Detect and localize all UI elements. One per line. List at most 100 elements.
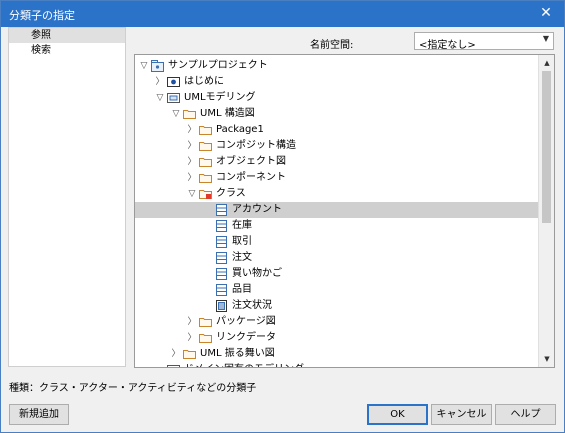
class-icon	[215, 204, 228, 216]
namespace-dropdown[interactable]: <指定なし> ▼	[414, 32, 554, 51]
tree-node[interactable]: ▽ UML 構造図	[135, 106, 539, 122]
mode-item-browse[interactable]: 参照	[9, 28, 125, 43]
new-button[interactable]: 新規追加	[9, 404, 69, 425]
tree-node[interactable]: ▽ UMLモデリング	[135, 90, 539, 106]
expand-icon[interactable]: 〉	[186, 122, 198, 138]
folder-icon	[199, 124, 212, 136]
tree-node[interactable]: 〉 リンクデータ	[135, 330, 539, 346]
collapse-icon[interactable]: ▽	[154, 90, 166, 106]
tree-node[interactable]: 〉 UML 振る舞い図	[135, 346, 539, 362]
tree-node-label: クラス	[216, 188, 246, 199]
class-icon	[215, 236, 228, 248]
tree-node-label: 注文	[232, 252, 252, 263]
expand-icon[interactable]: 〉	[186, 170, 198, 186]
tree-node-label: オブジェクト図	[216, 156, 286, 167]
window-title: 分類子の指定	[9, 9, 75, 22]
scroll-up-icon[interactable]: ▲	[540, 56, 554, 70]
classifier-tree[interactable]: ▽ サンプルプロジェクト〉はじめに ▽ UMLモデリング ▽ UML 構造図〉 Packag…	[134, 54, 555, 368]
tree-node[interactable]: ドメイン固有のモデリング	[135, 362, 539, 367]
class-icon	[215, 252, 228, 264]
tree-node-label: 品目	[232, 284, 252, 295]
chevron-down-icon[interactable]: ▼	[543, 34, 549, 43]
cancel-button[interactable]: キャンセル	[431, 404, 492, 425]
tree-node[interactable]: 〉 コンポジット構造	[135, 138, 539, 154]
folder-icon	[199, 332, 212, 344]
tree-node[interactable]: 注文	[135, 250, 539, 266]
namespace-label: 名前空間:	[310, 40, 354, 51]
folder-icon	[199, 316, 212, 328]
expand-icon[interactable]: 〉	[170, 346, 182, 362]
namespace-value: <指定なし>	[419, 40, 476, 51]
tree-node-label: UML 振る舞い図	[200, 348, 275, 359]
tree-node-label: はじめに	[184, 76, 224, 87]
tree-node-label: コンポーネント	[216, 172, 286, 183]
ok-button[interactable]: OK	[367, 404, 428, 425]
folder-icon	[183, 348, 196, 360]
tree-node-label: サンプルプロジェクト	[168, 60, 268, 71]
view2-icon	[167, 92, 180, 104]
collapse-icon[interactable]: ▽	[170, 106, 182, 122]
tree-node[interactable]: 〉 パッケージ図	[135, 314, 539, 330]
tree-node-label: 買い物かご	[232, 268, 282, 279]
collapse-icon[interactable]: ▽	[138, 58, 150, 74]
expand-icon[interactable]: 〉	[186, 154, 198, 170]
classifier-hint: 種類：クラス・アクター・アクティビティなどの分類子	[9, 383, 257, 394]
view-icon	[167, 76, 180, 88]
tree-node[interactable]: 〉 Package1	[135, 122, 539, 138]
vertical-scrollbar[interactable]: ▲ ▼	[538, 55, 554, 367]
scroll-down-icon[interactable]: ▼	[540, 352, 554, 366]
tree-node[interactable]: 〉 はじめに	[135, 74, 539, 90]
tree-viewport: ▽ サンプルプロジェクト〉はじめに ▽ UMLモデリング ▽ UML 構造図〉 Packag…	[135, 55, 539, 367]
title-bar: 分類子の指定 ✕	[1, 1, 564, 27]
collapse-icon[interactable]: ▽	[186, 186, 198, 202]
project-icon	[151, 60, 164, 72]
expand-icon[interactable]: 〉	[186, 314, 198, 330]
tree-node-label: アカウント	[232, 204, 282, 215]
tree-node[interactable]: 品目	[135, 282, 539, 298]
tree-node-label: ドメイン固有のモデリング	[184, 362, 304, 367]
tree-node[interactable]: 〉 オブジェクト図	[135, 154, 539, 170]
class-alt-icon	[215, 300, 228, 312]
class-icon	[215, 284, 228, 296]
folder-icon	[199, 172, 212, 184]
dialog-window: 分類子の指定 ✕ 参照 検索 名前空間: <指定なし> ▼ ▽ サンプルプロジェク…	[0, 0, 565, 433]
mode-item-search[interactable]: 検索	[9, 43, 125, 58]
tree-node[interactable]: ▽ サンプルプロジェクト	[135, 58, 539, 74]
tree-node-label: UML 構造図	[200, 108, 255, 119]
close-icon[interactable]: ✕	[528, 1, 564, 27]
help-button[interactable]: ヘルプ	[495, 404, 556, 425]
tree-node-label: Package1	[216, 124, 264, 135]
expand-icon[interactable]: 〉	[186, 330, 198, 346]
folder-icon	[183, 108, 196, 120]
tree-node-label: UMLモデリング	[184, 92, 256, 103]
scroll-thumb[interactable]	[542, 71, 551, 223]
mode-list: 参照 検索	[8, 27, 126, 367]
tree-node-label: コンポジット構造	[216, 140, 296, 151]
expand-icon[interactable]: 〉	[186, 138, 198, 154]
class-icon	[215, 220, 228, 232]
tree-node[interactable]: ▽ クラス	[135, 186, 539, 202]
tree-node[interactable]: アカウント	[135, 202, 539, 218]
folder-icon	[199, 156, 212, 168]
tree-node[interactable]: 買い物かご	[135, 266, 539, 282]
folder-icon	[199, 140, 212, 152]
tree-node[interactable]: 〉 コンポーネント	[135, 170, 539, 186]
tree-node[interactable]: 取引	[135, 234, 539, 250]
tree-node[interactable]: 注文状況	[135, 298, 539, 314]
tree-node-label: パッケージ図	[216, 316, 276, 327]
class-icon	[215, 268, 228, 280]
tree-node-label: リンクデータ	[216, 332, 276, 343]
tree-node[interactable]: 在庫	[135, 218, 539, 234]
expand-icon[interactable]: 〉	[154, 74, 166, 90]
tree-node-label: 注文状況	[232, 300, 272, 311]
folder-diagram-icon	[199, 188, 212, 200]
view2-icon	[167, 364, 180, 367]
